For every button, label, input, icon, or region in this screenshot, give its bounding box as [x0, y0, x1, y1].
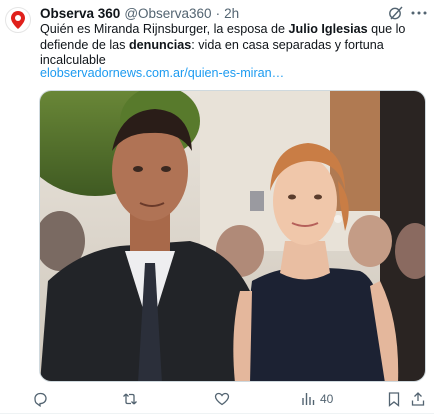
tweet-text: Quién es Miranda Rijnsburger, la esposa … — [40, 22, 420, 69]
like-button[interactable] — [214, 390, 230, 408]
location-pin-icon — [11, 11, 25, 29]
reply-button[interactable] — [32, 390, 48, 408]
article-link[interactable]: elobservadornews.com.ar/quien-es-miran… — [40, 66, 284, 80]
views-count: 40 — [320, 392, 334, 406]
share-button[interactable] — [410, 390, 426, 408]
author-name[interactable]: Observa 360 — [40, 6, 120, 21]
retweet-icon — [123, 393, 137, 405]
tweet-timestamp[interactable]: 2h — [224, 6, 239, 21]
author-avatar[interactable] — [5, 7, 31, 33]
more-options-icon[interactable] — [410, 4, 428, 22]
heart-icon — [214, 392, 230, 406]
views-chart-icon — [302, 393, 315, 405]
photo-image — [40, 91, 425, 381]
views-button[interactable]: 40 — [300, 390, 333, 408]
reply-icon — [34, 392, 47, 407]
tweet-photo[interactable] — [39, 90, 426, 382]
header-separator: · — [215, 5, 221, 21]
author-handle[interactable]: @Observa360 — [124, 6, 211, 21]
tweet-text-part: Quién es Miranda Rijnsburger, la esposa … — [40, 22, 289, 36]
bookmark-icon — [388, 392, 400, 407]
tweet-actions: 40 — [32, 390, 428, 408]
tweet-header: Observa 360 @Observa360 · 2h — [40, 5, 394, 21]
bookmark-button[interactable] — [386, 390, 402, 408]
tweet-text-bold-word: denuncias — [128, 37, 192, 52]
tweet-card[interactable]: Observa 360 @Observa360 · 2h Quién es Mi… — [0, 0, 434, 414]
retweet-button[interactable] — [122, 390, 138, 408]
tweet-text-bold-name: Julio Iglesias — [288, 22, 368, 36]
share-icon — [411, 392, 425, 406]
grok-icon[interactable] — [388, 5, 404, 21]
